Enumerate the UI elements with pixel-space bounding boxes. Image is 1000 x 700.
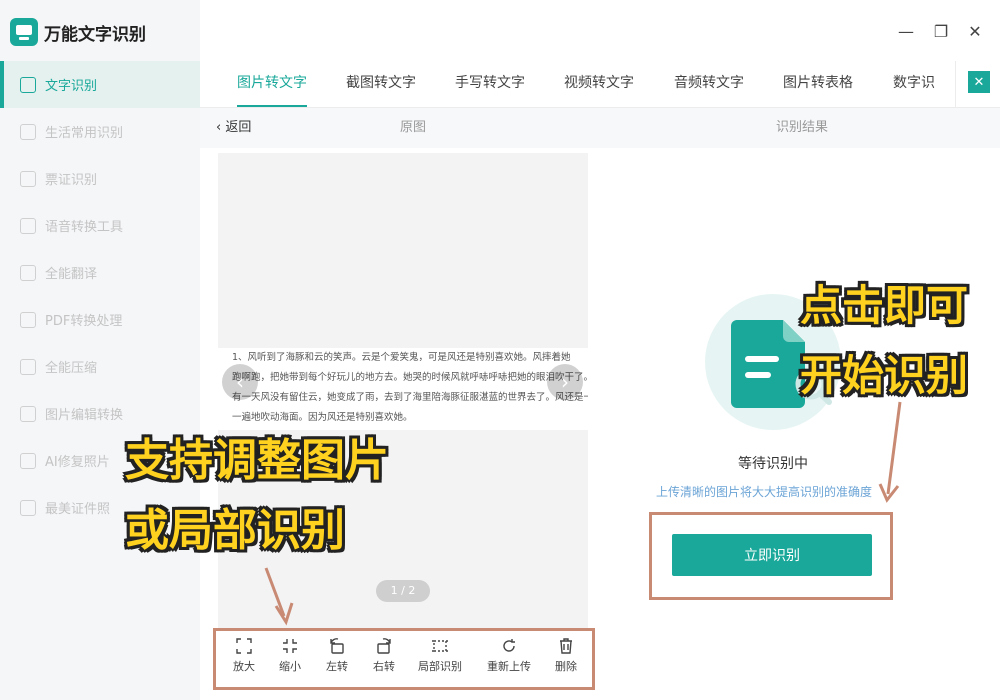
back-label: 返回 <box>225 120 252 135</box>
sidebar-item-compress[interactable]: 全能压缩 <box>0 343 200 390</box>
sidebar: 万能文字识别 文字识别 生活常用识别 票证识别 语音转换工具 全能翻译 PDF转… <box>0 0 200 700</box>
translate-icon <box>20 264 36 281</box>
image-icon <box>20 405 36 422</box>
sidebar-item-label: 全能压缩 <box>45 361 98 376</box>
sidebar-item-translate[interactable]: 全能翻译 <box>0 249 200 296</box>
tab-screenshot-to-text[interactable]: 截图转文字 <box>346 61 416 107</box>
sidebar-item-daily-ocr[interactable]: 生活常用识别 <box>0 108 200 155</box>
arrow-to-start-button <box>886 401 902 495</box>
partial-ocr-button[interactable]: 局部识别 <box>412 637 468 674</box>
sidebar-item-voice-tools[interactable]: 语音转换工具 <box>0 202 200 249</box>
crop-region-icon <box>432 640 448 652</box>
reupload-button[interactable]: 重新上传 <box>481 637 537 674</box>
sidebar-item-label: 生活常用识别 <box>45 126 124 141</box>
result-column-title: 识别结果 <box>776 120 829 135</box>
trash-icon <box>560 638 572 654</box>
sidebar-item-label: 全能翻译 <box>45 267 98 282</box>
close-button[interactable]: ✕ <box>962 18 988 44</box>
close-icon[interactable]: ✕ <box>968 71 990 93</box>
compress-icon <box>20 358 36 375</box>
pdf-icon <box>20 311 36 328</box>
document-line: 1、风听到了海豚和云的笑声。云是个爱笑鬼，可是风还是特别喜欢她。风摔着她 <box>232 352 571 363</box>
start-ocr-button[interactable]: 立即识别 <box>672 534 872 576</box>
sub-header: ‹ 返回 原图 识别结果 <box>200 108 1000 148</box>
sidebar-item-pdf[interactable]: PDF转换处理 <box>0 296 200 343</box>
rotate-right-icon <box>377 638 391 654</box>
tool-label: 左转 <box>326 660 348 673</box>
annotation-text: 点击即可 <box>800 281 969 330</box>
brand: 万能文字识别 <box>10 16 146 48</box>
sidebar-item-label: 文字识别 <box>45 79 98 94</box>
back-button[interactable]: ‹ 返回 <box>216 108 251 148</box>
document-line: 跑啊跑，把她带到每个好玩儿的地方去。她哭的时候风就呼哧呼哧把她的眼泪吹干了。 <box>232 372 588 383</box>
sidebar-item-label: 最美证件照 <box>45 502 111 517</box>
scan-icon <box>20 170 36 187</box>
scan-icon <box>20 76 36 93</box>
chevron-left-icon[interactable]: ‹ <box>222 364 258 400</box>
chevron-right-icon[interactable]: › <box>547 364 583 400</box>
tab-fade <box>935 61 950 107</box>
voice-icon <box>20 217 36 234</box>
sidebar-item-label: AI修复照片 <box>45 455 110 470</box>
shrink-icon <box>283 639 297 653</box>
sidebar-item-label: 图片编辑转换 <box>45 408 124 423</box>
feature-tabs: 图片转文字 截图转文字 手写转文字 视频转文字 音频转文字 图片转表格 数字识 … <box>200 61 1000 108</box>
app-window: 万能文字识别 文字识别 生活常用识别 票证识别 语音转换工具 全能翻译 PDF转… <box>0 0 1000 700</box>
sidebar-item-ticket-ocr[interactable]: 票证识别 <box>0 155 200 202</box>
result-status: 等待识别中 <box>738 456 808 472</box>
document-text: 1、风听到了海豚和云的笑声。云是个爱笑鬼，可是风还是特别喜欢她。风摔着她 跑啊跑… <box>218 348 588 430</box>
ai-icon <box>20 452 36 469</box>
app-title: 万能文字识别 <box>44 24 146 45</box>
tool-label: 局部识别 <box>418 660 462 673</box>
annotation-text: 或局部识别 <box>125 505 345 556</box>
tab-image-to-table[interactable]: 图片转表格 <box>783 61 853 107</box>
chevron-left-icon: ‹ <box>216 120 226 135</box>
tab-image-to-text[interactable]: 图片转文字 <box>237 61 307 107</box>
tab-video-to-text[interactable]: 视频转文字 <box>564 61 634 107</box>
tab-number-ocr[interactable]: 数字识 <box>893 61 935 107</box>
maximize-button[interactable]: ❐ <box>928 18 954 44</box>
tab-divider <box>955 61 956 107</box>
tab-handwriting-to-text[interactable]: 手写转文字 <box>455 61 525 107</box>
tool-label: 右转 <box>373 660 395 673</box>
page-indicator: 1 / 2 <box>376 580 430 602</box>
sidebar-item-text-ocr[interactable]: 文字识别 <box>0 61 200 108</box>
scan-icon <box>20 123 36 140</box>
refresh-icon <box>503 639 515 652</box>
tool-label: 缩小 <box>279 660 301 673</box>
image-preview: 1、风听到了海豚和云的笑声。云是个爱笑鬼，可是风还是特别喜欢她。风摔着她 跑啊跑… <box>218 153 588 630</box>
expand-icon <box>236 638 252 654</box>
minimize-button[interactable]: — <box>893 18 919 44</box>
result-hint: 上传清晰的图片将大大提高识别的准确度 <box>656 485 873 499</box>
tool-label: 删除 <box>555 660 577 673</box>
annotation-text: 开始识别 <box>800 351 969 400</box>
image-toolbar: 放大 缩小 左转 右转 局部识别 重新上传 删除 <box>213 628 595 690</box>
app-logo-icon <box>10 18 38 46</box>
sidebar-item-label: 票证识别 <box>45 173 98 188</box>
original-column-title: 原图 <box>400 120 427 135</box>
tool-label: 重新上传 <box>487 660 531 673</box>
sidebar-item-label: PDF转换处理 <box>45 314 123 329</box>
document-line: 有一天风没有留住云，她变成了雨，去到了海里陪海豚征服湛蓝的世界去了。风还是一遍 <box>232 392 588 403</box>
sidebar-item-label: 语音转换工具 <box>45 220 124 235</box>
tab-audio-to-text[interactable]: 音频转文字 <box>674 61 744 107</box>
id-photo-icon <box>20 499 36 516</box>
delete-button[interactable]: 删除 <box>538 637 594 674</box>
rotate-left-icon <box>330 638 344 654</box>
tool-label: 放大 <box>233 660 255 673</box>
annotation-text: 支持调整图片 <box>125 435 389 486</box>
rotate-right-button[interactable]: 右转 <box>356 637 412 674</box>
